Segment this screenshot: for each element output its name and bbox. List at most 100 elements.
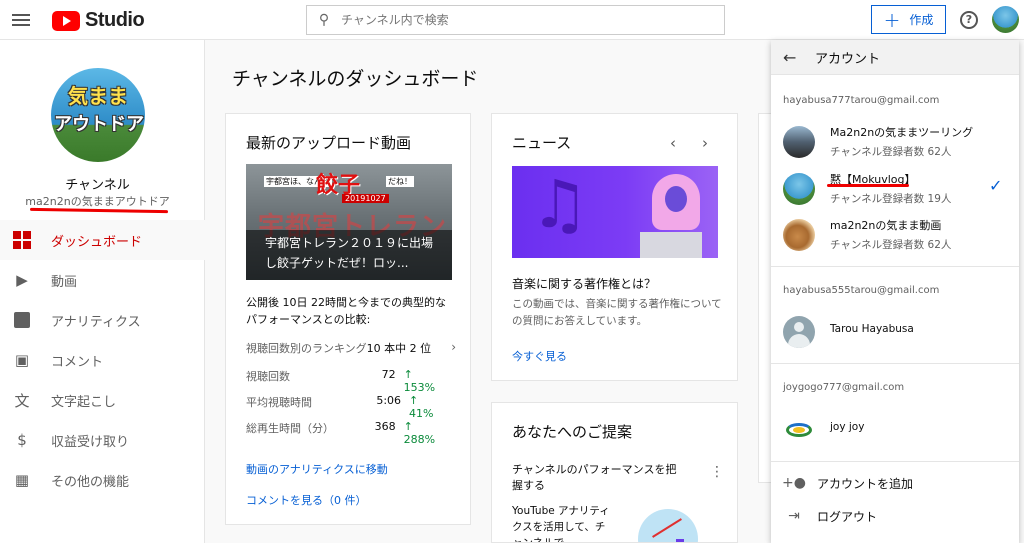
channel-label: チャンネル xyxy=(65,178,130,193)
back-arrow-icon[interactable]: ← xyxy=(783,48,801,67)
sidebar-item-videos[interactable]: ▶ 動画 xyxy=(0,260,205,300)
news-text: この動画では、音楽に関する著作権についての質問にお答えしています。 xyxy=(512,298,722,327)
channel-avatar[interactable]: 気まま アウトドア xyxy=(51,68,145,162)
search-box[interactable]: ⚲ xyxy=(306,5,725,35)
account-subscribers: チャンネル登録者数 62人 xyxy=(830,239,952,251)
search-icon[interactable]: ⚲ xyxy=(307,12,341,28)
video-icon: ▶ xyxy=(16,271,28,289)
account-name: ma2n2nの気まま動画 xyxy=(830,219,942,232)
create-label: 作成 xyxy=(909,13,934,27)
search-input[interactable] xyxy=(341,13,701,27)
video-title: 宇都宮トレラン２０１９に出場し餃子ゲットだぜ！ロッ... xyxy=(265,236,434,270)
sidebar-item-label: ダッシュボード xyxy=(51,234,143,250)
news-image[interactable]: ♫ xyxy=(512,166,718,258)
view-comments-link[interactable]: コメントを見る（0 件） xyxy=(246,492,367,508)
sidebar-item-monetization[interactable]: $ 収益受け取り xyxy=(0,420,205,460)
account-name: Tarou Hayabusa xyxy=(830,323,914,335)
latest-upload-card: 最新のアップロード動画 宇都宮ほ、なんと 餃子 だね！ 20191027 宇都宮… xyxy=(225,113,471,525)
card-title: ニュース xyxy=(512,134,572,152)
divider xyxy=(771,266,1019,267)
ranking-label: 視聴回数別のランキング xyxy=(246,342,367,355)
account-item[interactable]: Tarou Hayabusa xyxy=(771,310,1019,352)
divider xyxy=(771,363,1019,364)
logo-text: Studio xyxy=(85,9,145,31)
account-avatar xyxy=(783,219,815,251)
chevron-right-icon: › xyxy=(451,340,456,354)
create-button[interactable]: + 作成 xyxy=(871,5,946,34)
stat-value: 368 xyxy=(374,420,396,433)
thumbnail-date: 20191027 xyxy=(342,194,389,203)
page-title: チャンネルのダッシュボード xyxy=(232,68,479,90)
suggestion-subtitle: チャンネルのパフォーマンスを把握する xyxy=(512,463,677,492)
subtitles-icon: 文 xyxy=(14,391,30,410)
stat-row-views: 視聴回数 72 ↑ 153% xyxy=(246,368,446,394)
video-thumbnail[interactable]: 宇都宮ほ、なんと 餃子 だね！ 20191027 宇都宮トレラン 宇都宮トレラン… xyxy=(246,164,452,280)
plus-icon: + xyxy=(883,7,901,32)
comment-icon: ▣ xyxy=(14,351,30,369)
divider xyxy=(771,461,1019,462)
chevron-right-icon[interactable]: › xyxy=(702,134,708,152)
card-title: 最新のアップロード動画 xyxy=(246,134,412,152)
account-avatar xyxy=(783,173,815,205)
account-item[interactable]: ma2n2nの気まま動画 チャンネル登録者数 62人 xyxy=(771,213,1019,255)
account-item-selected[interactable]: 黙【Mokuvlog】 チャンネル登録者数 19人 ✓ xyxy=(771,167,1019,209)
arrow-up-icon: ↑ xyxy=(409,394,419,407)
watch-now-link[interactable]: 今すぐ見る xyxy=(512,348,567,364)
ranking-value: 10 本中 2 位 xyxy=(366,342,432,355)
account-name: Ma2n2nの気ままツーリング xyxy=(830,126,974,139)
stat-delta: ↑ 41% xyxy=(409,394,446,420)
account-item[interactable]: joy joy xyxy=(771,408,1019,450)
sidebar-item-label: 収益受け取り xyxy=(51,434,130,450)
channel-name: ma2n2nの気ままアウトドア xyxy=(25,195,170,208)
dashboard-icon xyxy=(13,231,31,249)
menu-icon[interactable] xyxy=(12,11,30,29)
stat-label: 平均視聴時間 xyxy=(246,396,312,409)
music-note-icon: ♫ xyxy=(530,166,590,243)
sidebar-item-comments[interactable]: ▣ コメント xyxy=(0,340,205,380)
arrow-up-icon: ↑ xyxy=(403,368,413,381)
sidebar-item-label: 動画 xyxy=(51,274,78,290)
laptop-icon xyxy=(640,232,702,258)
help-icon[interactable]: ? xyxy=(960,11,978,29)
stat-label: 総再生時間（分） xyxy=(246,422,334,435)
sidebar-item-subtitles[interactable]: 文 文字起こし xyxy=(0,380,205,420)
add-account-button[interactable]: +● アカウントを追加 xyxy=(771,467,1019,499)
stat-delta-value: 288% xyxy=(403,433,436,446)
account-subscribers: チャンネル登録者数 19人 xyxy=(830,193,952,205)
stat-delta-value: 41% xyxy=(409,407,434,420)
default-avatar-icon xyxy=(783,316,815,348)
stat-row-avg-duration: 平均視聴時間 5:06 ↑ 41% xyxy=(246,394,446,420)
other-features-icon: ▦ xyxy=(14,471,30,489)
sidebar: 気まま アウトドア チャンネル ma2n2nの気ままアウトドア ダッシュボード … xyxy=(0,40,205,543)
account-avatar xyxy=(783,126,815,158)
more-options-icon[interactable]: ⋮ xyxy=(710,465,724,479)
account-avatar[interactable] xyxy=(992,6,1019,33)
sidebar-item-dashboard[interactable]: ダッシュボード xyxy=(0,220,205,260)
check-icon: ✓ xyxy=(989,176,1003,195)
account-item[interactable]: Ma2n2nの気ままツーリング チャンネル登録者数 62人 xyxy=(771,120,1019,162)
sidebar-item-label: アナリティクス xyxy=(51,314,141,330)
stat-delta: ↑ 153% xyxy=(404,368,446,394)
video-analytics-link[interactable]: 動画のアナリティクスに移動 xyxy=(246,461,388,477)
youtube-play-icon xyxy=(52,10,80,31)
logout-button[interactable]: ⇥ ログアウト xyxy=(771,500,1019,532)
studio-logo[interactable]: Studio xyxy=(52,9,145,32)
account-avatar xyxy=(783,414,815,446)
top-bar: Studio ⚲ + 作成 ? xyxy=(0,0,1024,40)
add-account-label: アカウントを追加 xyxy=(817,476,914,491)
news-illustration-face xyxy=(665,186,687,212)
logout-label: ログアウト xyxy=(817,509,878,524)
analytics-illustration xyxy=(638,509,698,542)
chevron-left-icon[interactable]: ‹ xyxy=(670,134,676,152)
stat-row-watch-time: 総再生時間（分） 368 ↑ 288% xyxy=(246,420,446,446)
account-switcher-panel: ← アカウント hayabusa777tarou@gmail.com Ma2n2… xyxy=(771,40,1019,543)
stat-delta-value: 153% xyxy=(403,381,436,394)
suggestions-card: あなたへのご提案 チャンネルのパフォーマンスを把握する ⋮ YouTube アナ… xyxy=(491,402,738,543)
sidebar-nav: ダッシュボード ▶ 動画 アナリティクス ▣ コメント 文 文字起こし $ 収益… xyxy=(0,220,205,500)
dollar-icon: $ xyxy=(17,431,27,449)
thumbnail-tag: だね！ xyxy=(386,176,414,187)
sidebar-item-other-features[interactable]: ▦ その他の機能 xyxy=(0,460,205,500)
suggestion-text: YouTube アナリティクスを活用して、チャンネルで xyxy=(512,505,610,543)
sidebar-item-analytics[interactable]: アナリティクス xyxy=(0,300,205,340)
ranking-row[interactable]: 視聴回数別のランキング10 本中 2 位 › xyxy=(246,340,456,356)
